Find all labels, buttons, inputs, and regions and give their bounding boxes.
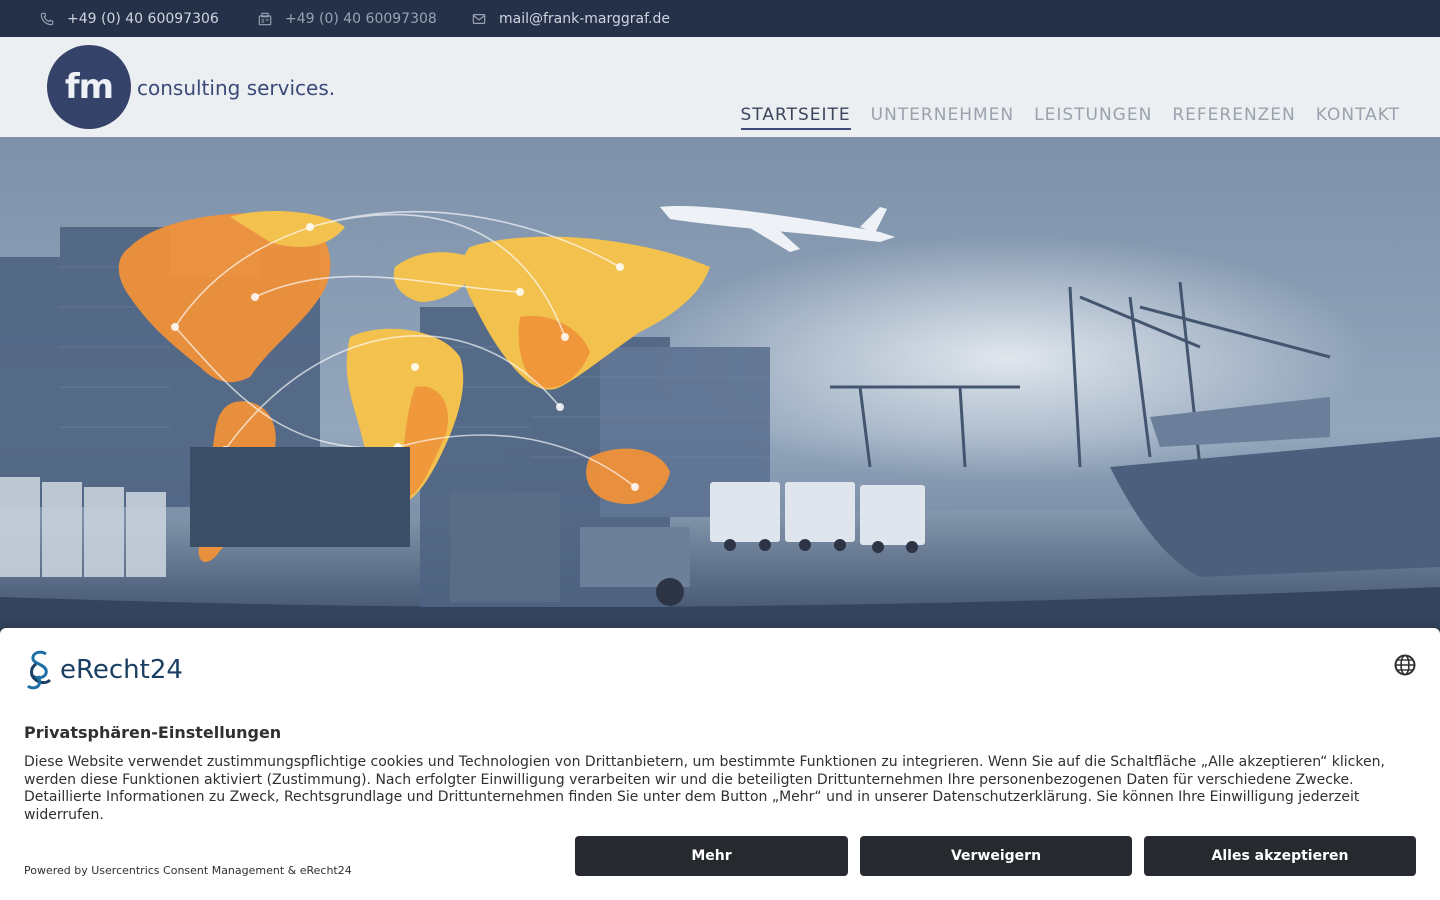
phone-icon [40,12,54,26]
logo[interactable]: fm consulting services. [47,44,347,130]
cookie-consent-banner: eRecht24 Privatsphären-Einstellungen Die… [0,628,1440,900]
phone-number: +49 (0) 40 60097306 [67,10,219,27]
powered-by-text: Powered by Usercentrics Consent Manageme… [24,864,352,877]
fax-icon [258,12,272,26]
envelope-icon [472,12,486,26]
deny-button[interactable]: Verweigern [860,836,1132,876]
globe-icon[interactable] [1394,654,1416,676]
consent-title: Privatsphären-Einstellungen [24,723,282,742]
nav-kontakt[interactable]: KONTAKT [1316,105,1400,130]
accept-all-button[interactable]: Alles akzeptieren [1144,836,1416,876]
nav-startseite[interactable]: STARTSEITE [740,105,851,130]
contact-bar: +49 (0) 40 60097306 +49 (0) 40 60097308 … [0,0,1440,37]
erecht24-logo: eRecht24 [24,650,183,690]
logo-mark: fm [47,45,131,129]
nav-referenzen[interactable]: REFERENZEN [1172,105,1295,130]
hero-image [0,137,1440,628]
fax-number: +49 (0) 40 60097308 [285,10,437,27]
erecht24-wordmark: eRecht24 [60,655,183,685]
email-address: mail@frank-marggraf.de [499,10,670,27]
site-header: fm consulting services. STARTSEITE UNTER… [0,37,1440,137]
logo-tagline: consulting services. [137,76,336,100]
phone-link[interactable]: +49 (0) 40 60097306 [40,0,219,37]
more-button[interactable]: Mehr [575,836,848,876]
paragraph-logo-icon [26,650,52,690]
email-link[interactable]: mail@frank-marggraf.de [472,0,670,37]
hero-illustration [0,137,1440,628]
consent-description: Diese Website verwendet zustimmungspflic… [24,754,1385,823]
nav-unternehmen[interactable]: UNTERNEHMEN [871,105,1014,130]
main-nav: STARTSEITE UNTERNEHMEN LEISTUNGEN REFERE… [740,105,1400,130]
fax-link[interactable]: +49 (0) 40 60097308 [258,0,437,37]
nav-leistungen[interactable]: LEISTUNGEN [1034,105,1152,130]
